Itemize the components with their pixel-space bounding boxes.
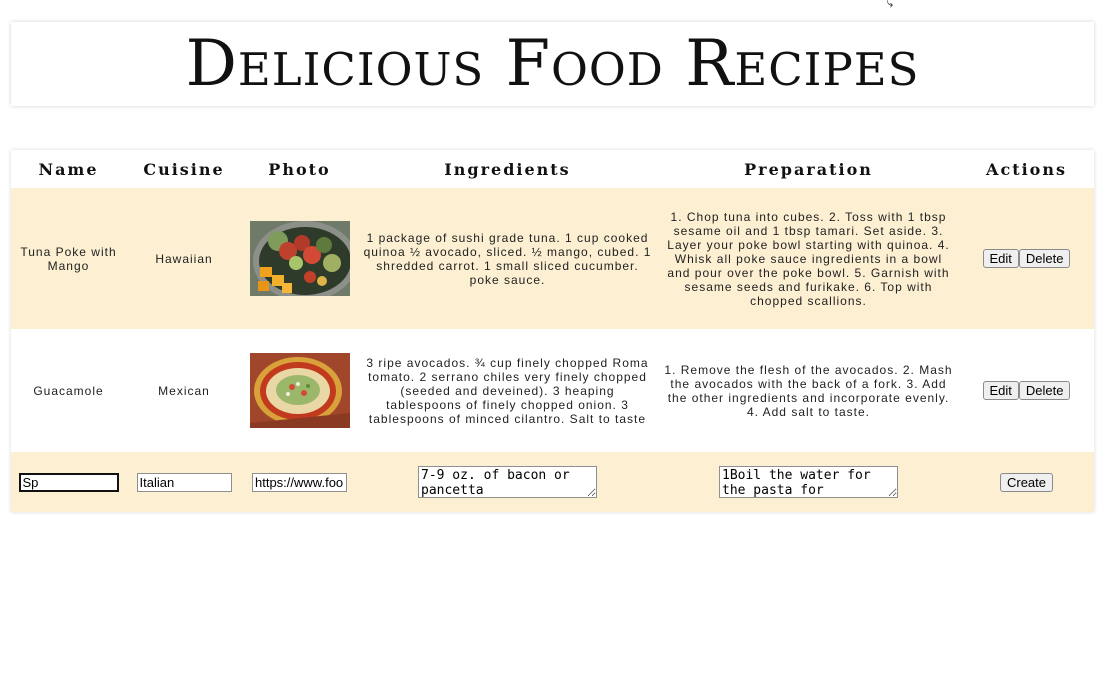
table-row: Guacamole Mexican 3 ripe avocados. ¾ cup…: [11, 329, 1094, 452]
recipe-preparation: 1. Remove the flesh of the avocados. 2. …: [658, 329, 959, 452]
name-input-cell: [11, 452, 126, 512]
name-input[interactable]: [18, 472, 119, 492]
photo-input-cell: [242, 452, 357, 512]
recipe-actions: Edit Delete: [959, 329, 1094, 452]
recipe-preparation: 1. Chop tuna into cubes. 2. Toss with 1 …: [658, 188, 959, 329]
column-header-cuisine: Cuisine: [126, 150, 242, 188]
create-cell: Create: [959, 452, 1094, 512]
cuisine-input-cell: [126, 452, 242, 512]
preparation-input-cell: 1Boil the water for the pasta for: [658, 452, 959, 512]
recipe-table-container: Name Cuisine Photo Ingredients Preparati…: [11, 150, 1094, 512]
ingredients-input-cell: 7-9 oz. of bacon or pancetta: [357, 452, 658, 512]
page-title: Delicious Food Recipes: [185, 27, 920, 101]
edit-button[interactable]: Edit: [982, 249, 1019, 268]
column-header-ingredients: Ingredients: [357, 150, 658, 188]
ingredients-textarea[interactable]: 7-9 oz. of bacon or pancetta: [418, 466, 597, 498]
title-card: Delicious Food Recipes: [11, 22, 1094, 106]
delete-button[interactable]: Delete: [1018, 249, 1071, 268]
delete-button[interactable]: Delete: [1018, 381, 1071, 400]
recipe-table: Name Cuisine Photo Ingredients Preparati…: [11, 150, 1094, 512]
column-header-photo: Photo: [242, 150, 357, 188]
cursor-icon: ⤹: [886, 0, 894, 8]
table-row: Tuna Poke with Mango Hawaiian 1 package …: [11, 188, 1094, 329]
recipe-cuisine: Hawaiian: [126, 188, 242, 329]
preparation-textarea[interactable]: 1Boil the water for the pasta for: [719, 466, 898, 498]
recipe-actions: Edit Delete: [959, 188, 1094, 329]
column-header-name: Name: [11, 150, 126, 188]
recipe-ingredients: 3 ripe avocados. ¾ cup finely chopped Ro…: [357, 329, 658, 452]
create-button[interactable]: Create: [999, 472, 1054, 492]
recipe-name: Guacamole: [11, 329, 126, 452]
edit-button[interactable]: Edit: [982, 381, 1019, 400]
recipe-photo: [249, 353, 350, 428]
recipe-photo-cell: [242, 329, 357, 452]
recipe-photo-cell: [242, 188, 357, 329]
recipe-name: Tuna Poke with Mango: [11, 188, 126, 329]
cuisine-input[interactable]: [136, 472, 232, 492]
photo-url-input[interactable]: [252, 472, 347, 492]
table-header-row: Name Cuisine Photo Ingredients Preparati…: [11, 150, 1094, 188]
recipe-ingredients: 1 package of sushi grade tuna. 1 cup coo…: [357, 188, 658, 329]
recipe-cuisine: Mexican: [126, 329, 242, 452]
column-header-actions: Actions: [959, 150, 1094, 188]
column-header-preparation: Preparation: [658, 150, 959, 188]
new-recipe-form-row: 7-9 oz. of bacon or pancetta 1Boil the w…: [11, 452, 1094, 512]
recipe-photo: [249, 221, 350, 296]
